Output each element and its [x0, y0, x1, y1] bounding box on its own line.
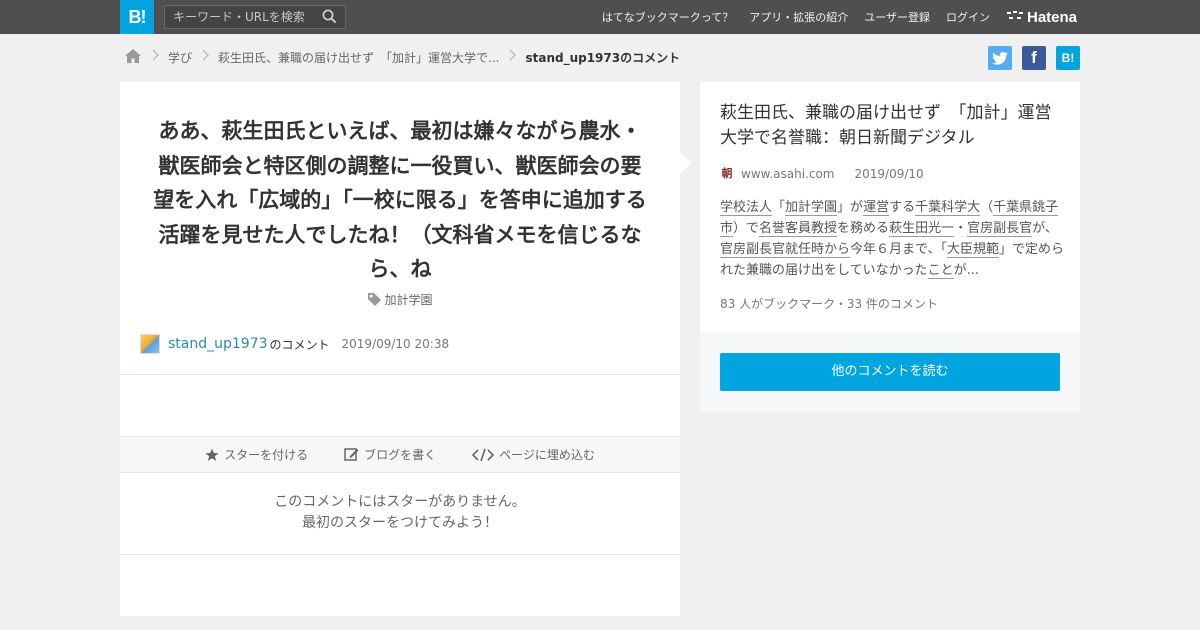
no-star-line2: 最初のスターをつけてみよう！ [302, 515, 498, 531]
summary-text: 今年６月まで、「 [850, 242, 948, 257]
breadcrumb-entry[interactable]: 萩生田氏、兼職の届け出せず 「加計」運営大学で... [218, 49, 499, 66]
comment-byline: stand_up1973 のコメント 2019/09/10 20:38 [140, 334, 449, 354]
summary-keyword[interactable]: こと [927, 263, 954, 279]
breadcrumb: 学び 萩生田氏、兼職の届け出せず 「加計」運営大学で... stand_up19… [124, 47, 680, 67]
chevron-right-icon [509, 49, 517, 65]
search-input[interactable] [165, 6, 321, 28]
comment-actions: スターを付ける ブログを書く ページに埋め込む [120, 436, 680, 473]
entry-summary: 学校法人「加計学園」が運営する千葉科学大（千葉県銚子市）で名誉客員教授を務める萩… [720, 197, 1065, 281]
edit-icon [344, 448, 359, 461]
chevron-right-icon [152, 49, 159, 65]
summary-keyword[interactable]: 運営 [863, 200, 890, 216]
read-other-comments-button[interactable]: 他のコメントを読む [720, 353, 1060, 391]
summary-keyword[interactable]: 官房副長官 [720, 242, 786, 258]
comment-user-link[interactable]: stand_up1973 [168, 336, 268, 352]
star-icon [205, 448, 219, 461]
twitter-icon [992, 51, 1008, 65]
no-star-line1: このコメントにはスターがありません。 [274, 494, 526, 510]
summary-text: ）で [733, 221, 760, 236]
hatena-logo-icon [1007, 11, 1023, 19]
entry-counts: 83 人がブックマーク・33 件のコメント [720, 297, 938, 311]
entry-card: 萩生田氏、兼職の届け出せず 「加計」運営大学で名誉職：朝日新聞デジタル 朝 ww… [700, 82, 1080, 332]
summary-keyword[interactable]: 就任時から [785, 242, 851, 258]
comment-tag[interactable]: 加計学園 [120, 291, 680, 309]
summary-text: ・ [954, 221, 968, 236]
entry-sidebar: 萩生田氏、兼職の届け出せず 「加計」運営大学で名誉職：朝日新聞デジタル 朝 ww… [700, 82, 1080, 412]
summary-text: が... [953, 263, 980, 278]
breadcrumb-current: stand_up1973のコメント [525, 50, 681, 65]
entry-date: 2019/09/10 [854, 167, 924, 181]
tag-icon [367, 292, 382, 309]
entry-domain[interactable]: www.asahi.com [741, 167, 835, 181]
summary-text: が、 [1032, 221, 1058, 236]
divider [120, 374, 680, 375]
nav-about[interactable]: はてなブックマークって？ [602, 9, 733, 25]
summary-keyword[interactable]: 官房副長官 [967, 221, 1033, 237]
summary-text: を務める [837, 221, 890, 236]
hatebu-share-button[interactable]: B! [1056, 46, 1080, 70]
breadcrumb-category[interactable]: 学び [168, 49, 192, 66]
add-star-button[interactable]: スターを付ける [205, 446, 308, 463]
tag-label: 加計学園 [384, 293, 433, 307]
top-bar: B! はてなブックマークって？ アプリ・拡張の紹介 ユーザー登録 ログイン Ha… [0, 0, 1200, 34]
embed-label: ページに埋め込む [499, 448, 595, 462]
divider [120, 554, 680, 555]
summary-keyword[interactable]: 加計学園 [785, 200, 838, 216]
summary-keyword[interactable]: 大臣規範 [947, 242, 1000, 258]
summary-text: （ [980, 200, 994, 215]
summary-text: 」が [837, 200, 864, 215]
card-pointer [680, 152, 691, 174]
search-icon[interactable] [322, 9, 337, 28]
hatebu-logo[interactable]: B! [120, 0, 154, 34]
site-favicon-icon: 朝 [721, 167, 733, 180]
comment-card: ああ、萩生田氏といえば、最初は嫌々ながら農水・獣医師会と特区側の調整に一役買い、… [120, 82, 680, 616]
summary-text: 「 [772, 200, 786, 215]
comment-timestamp[interactable]: 2019/09/10 20:38 [342, 337, 450, 351]
comment-text: ああ、萩生田氏といえば、最初は嫌々ながら農水・獣医師会と特区側の調整に一役買い、… [153, 119, 647, 281]
twitter-share-button[interactable] [988, 46, 1012, 70]
write-blog-button[interactable]: ブログを書く [344, 446, 436, 463]
hatena-brand-label: Hatena [1027, 8, 1078, 26]
header-nav: はてなブックマークって？ アプリ・拡張の紹介 ユーザー登録 ログイン [586, 0, 990, 34]
entry-meta: 朝 www.asahi.com 2019/09/10 [720, 166, 924, 182]
nav-apps[interactable]: アプリ・拡張の紹介 [749, 9, 848, 25]
home-icon[interactable] [124, 48, 142, 67]
summary-keyword[interactable]: 千葉科学大 [915, 200, 981, 216]
entry-title-link[interactable]: 萩生田氏、兼職の届け出せず 「加計」運営大学で名誉職：朝日新聞デジタル [720, 101, 1065, 151]
embed-button[interactable]: ページに埋め込む [472, 446, 595, 463]
avatar[interactable] [140, 334, 160, 354]
write-blog-label: ブログを書く [364, 448, 437, 462]
facebook-share-button[interactable]: f [1022, 46, 1046, 70]
summary-text: する [889, 200, 916, 215]
no-star-message: このコメントにはスターがありません。 最初のスターをつけてみよう！ [120, 492, 680, 534]
summary-keyword[interactable]: 名誉客員教授 [759, 221, 838, 237]
code-icon [472, 448, 495, 461]
chevron-right-icon [202, 49, 210, 65]
hatena-brand[interactable]: Hatena [1007, 7, 1077, 27]
nav-login[interactable]: ログイン [946, 9, 990, 25]
nav-register[interactable]: ユーザー登録 [864, 9, 930, 25]
add-star-label: スターを付ける [224, 448, 309, 462]
summary-keyword[interactable]: 萩生田光一 [889, 221, 955, 237]
summary-keyword[interactable]: 学校法人 [720, 200, 773, 216]
comment-user-suffix: のコメント [269, 337, 330, 352]
search-box[interactable] [164, 5, 346, 29]
